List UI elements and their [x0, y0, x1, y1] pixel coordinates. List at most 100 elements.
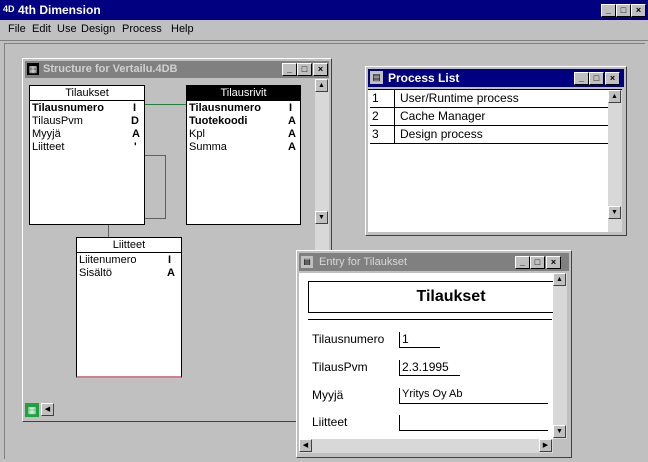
menu-process[interactable]: Process: [122, 23, 162, 35]
menu-use[interactable]: Use: [57, 23, 77, 35]
entry-icon: ▤: [301, 256, 313, 268]
scroll-down-arrow[interactable]: ▼: [553, 425, 566, 438]
table-header: Tilaukset: [30, 86, 144, 101]
tilausnumero-input[interactable]: 1: [399, 332, 440, 348]
field-type: A: [288, 141, 296, 153]
process-vscrollbar[interactable]: ▲ ▼: [608, 90, 622, 232]
column-divider: [394, 108, 395, 125]
app-titlebar[interactable]: 4D 4th Dimension _ □ ×: [0, 0, 648, 20]
scroll-up-arrow[interactable]: ▲: [553, 273, 566, 286]
field-label: Myyjä: [312, 388, 344, 402]
field-name[interactable]: TilausPvm: [32, 115, 83, 127]
field-name[interactable]: Kpl: [189, 128, 205, 140]
structure-hscrollbar[interactable]: ▦ ◀: [25, 403, 315, 417]
relation-line: [144, 155, 166, 156]
form-header: Tilaukset: [416, 288, 486, 305]
field-type: A: [288, 128, 296, 140]
menu-edit[interactable]: Edit: [32, 23, 51, 35]
table-tilaukset[interactable]: Tilaukset Tilausnumero I TilausPvm D Myy…: [29, 85, 145, 225]
table-tilausrivit[interactable]: Tilausrivit Tilausnumero I Tuotekoodi A …: [186, 85, 301, 225]
palette-icon[interactable]: ▦: [25, 403, 39, 417]
field-type: I: [133, 102, 137, 114]
field-type: I: [289, 102, 293, 114]
process-list-icon: ▤: [370, 71, 383, 84]
process-list-table: 1 User/Runtime process 2 Cache Manager 3…: [368, 89, 622, 232]
field-label: TilausPvm: [312, 360, 368, 374]
minimize-button[interactable]: _: [601, 4, 616, 17]
menu-design[interactable]: Design: [81, 23, 115, 35]
scroll-right-arrow[interactable]: ▶: [539, 439, 552, 452]
menu-help[interactable]: Help: [171, 23, 194, 35]
entry-close-button[interactable]: ×: [546, 256, 561, 269]
structure-icon: ▦: [27, 63, 39, 75]
field-name[interactable]: Sisältö: [79, 267, 112, 279]
scroll-up-arrow[interactable]: ▲: [608, 90, 621, 103]
table-header: Tilausrivit: [187, 86, 300, 101]
tilauspvm-input[interactable]: 2.3.1995: [399, 360, 460, 376]
field-type: A: [132, 128, 140, 140]
maximize-button[interactable]: □: [616, 4, 631, 17]
field-name[interactable]: Tuotekoodi: [189, 115, 247, 127]
structure-window: ▦ Structure for Vertailu.4DB _ □ × Tilau…: [22, 58, 332, 422]
field-name[interactable]: Tilausnumero: [32, 102, 104, 114]
structure-close-button[interactable]: ×: [313, 63, 328, 76]
column-divider: [394, 126, 395, 143]
menu-bar: File Edit Use Design Process Help: [0, 20, 648, 41]
process-list-window: ▤ Process List _ □ × 1 User/Runtime proc…: [365, 66, 627, 236]
form-divider: [308, 319, 552, 320]
myyja-input[interactable]: Yritys Oy Ab: [399, 388, 548, 404]
table-row[interactable]: 1 User/Runtime process: [370, 90, 608, 108]
structure-titlebar[interactable]: ▦ Structure for Vertailu.4DB _ □ ×: [25, 61, 329, 78]
process-name: Design process: [400, 127, 483, 141]
process-number: 2: [372, 109, 379, 123]
field-label: Liitteet: [312, 415, 348, 429]
entry-title: Entry for Tilaukset: [319, 256, 408, 268]
entry-vscrollbar[interactable]: ▲ ▼: [553, 273, 567, 439]
field-name[interactable]: Myyjä: [32, 128, 61, 140]
entry-window: ▤ Entry for Tilaukset _ □ × Tilaukset Ti…: [296, 250, 572, 458]
relation-line: [144, 104, 186, 105]
field-name[interactable]: Liitenumero: [79, 254, 136, 266]
entry-titlebar[interactable]: ▤ Entry for Tilaukset _ □ ×: [299, 253, 569, 271]
field-name[interactable]: Summa: [189, 141, 227, 153]
structure-minimize-button[interactable]: _: [282, 63, 297, 76]
liitteet-input[interactable]: [399, 415, 548, 431]
process-list-titlebar[interactable]: ▤ Process List _ □ ×: [368, 69, 624, 87]
field-type: ': [134, 141, 137, 153]
scroll-down-arrow[interactable]: ▼: [315, 211, 328, 224]
field-type: A: [288, 115, 296, 127]
entry-hscrollbar[interactable]: ◀ ▶: [299, 439, 553, 453]
process-number: 1: [372, 91, 379, 105]
menu-file[interactable]: File: [8, 23, 26, 35]
form-header-box: Tilaukset: [308, 281, 554, 313]
scroll-left-arrow[interactable]: ◀: [41, 403, 54, 416]
scroll-down-arrow[interactable]: ▼: [608, 206, 621, 219]
scroll-left-arrow[interactable]: ◀: [299, 439, 312, 452]
field-name[interactable]: Liitteet: [32, 141, 64, 153]
relation-line: [165, 155, 166, 219]
field-type: A: [167, 267, 175, 279]
field-type: I: [168, 254, 172, 266]
app-title: 4th Dimension: [18, 3, 101, 17]
relation-line: [108, 224, 109, 238]
process-close-button[interactable]: ×: [605, 72, 620, 85]
scroll-up-arrow[interactable]: ▲: [315, 79, 328, 92]
process-name: Cache Manager: [400, 109, 486, 123]
table-row[interactable]: 2 Cache Manager: [370, 108, 608, 126]
process-number: 3: [372, 127, 379, 141]
process-minimize-button[interactable]: _: [574, 72, 589, 85]
structure-title: Structure for Vertailu.4DB: [43, 63, 178, 75]
structure-maximize-button[interactable]: □: [297, 63, 312, 76]
field-name[interactable]: Tilausnumero: [189, 102, 261, 114]
app-icon[interactable]: 4D: [3, 3, 16, 16]
relation-line: [143, 218, 166, 219]
close-button[interactable]: ×: [631, 4, 646, 17]
entry-minimize-button[interactable]: _: [515, 256, 530, 269]
table-header: Liitteet: [77, 238, 181, 253]
table-row[interactable]: 3 Design process: [370, 126, 608, 144]
table-liitteet[interactable]: Liitteet Liitenumero I Sisältö A: [76, 237, 182, 378]
process-list-title: Process List: [388, 71, 460, 85]
process-maximize-button[interactable]: □: [589, 72, 604, 85]
entry-maximize-button[interactable]: □: [530, 256, 545, 269]
process-name: User/Runtime process: [400, 91, 519, 105]
